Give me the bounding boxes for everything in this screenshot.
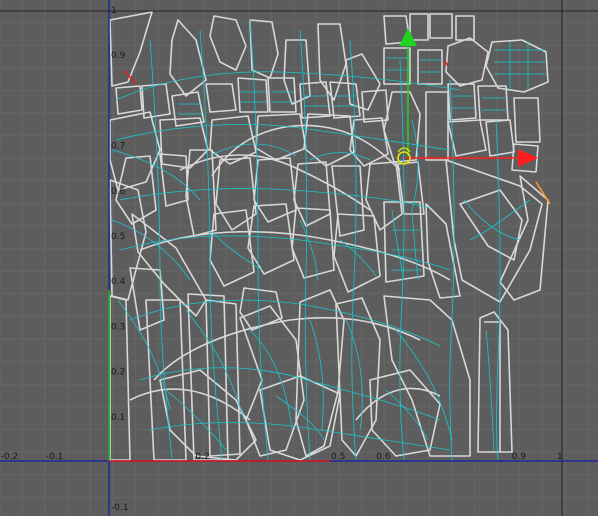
x-tick-label: -0.2 <box>1 452 19 462</box>
uv-origin-axes <box>0 0 598 516</box>
uv-grid <box>0 0 598 516</box>
uv-editor-viewport[interactable]: -0.2 -0.1 0.2 0.5 0.6 0.9 1 1 0.9 0.7 0.6 0.5 0.4 0.3… <box>0 0 598 516</box>
x-tick-label: -0.1 <box>46 452 64 462</box>
x-tick-label: 1 <box>557 452 563 462</box>
uv-canvas[interactable]: -0.2 -0.1 0.2 0.5 0.6 0.9 1 1 0.9 0.7 0.6 0.5 0.4 0.3… <box>0 0 598 516</box>
arrow-right-icon[interactable] <box>518 149 538 167</box>
y-tick-label: 0.4 <box>111 277 126 287</box>
x-tick-label: 0.5 <box>331 452 345 462</box>
y-tick-label: -0.1 <box>111 503 129 513</box>
y-tick-label: 1 <box>111 6 117 16</box>
x-tick-label: 0.6 <box>376 452 391 462</box>
y-tick-label: 0.5 <box>111 232 125 242</box>
y-tick-label: 0.6 <box>111 187 126 197</box>
y-tick-label: 0.7 <box>111 142 125 152</box>
y-tick-label: 0.1 <box>111 413 125 423</box>
x-tick-label: 0.2 <box>195 452 209 462</box>
uv-shell-layer[interactable] <box>109 11 549 461</box>
x-tick-label: 0.9 <box>512 452 527 462</box>
arrow-up-icon[interactable] <box>399 28 417 46</box>
y-tick-label: 0.3 <box>111 322 125 332</box>
y-tick-label: 0.2 <box>111 368 125 378</box>
y-tick-label: 0.9 <box>111 51 126 61</box>
